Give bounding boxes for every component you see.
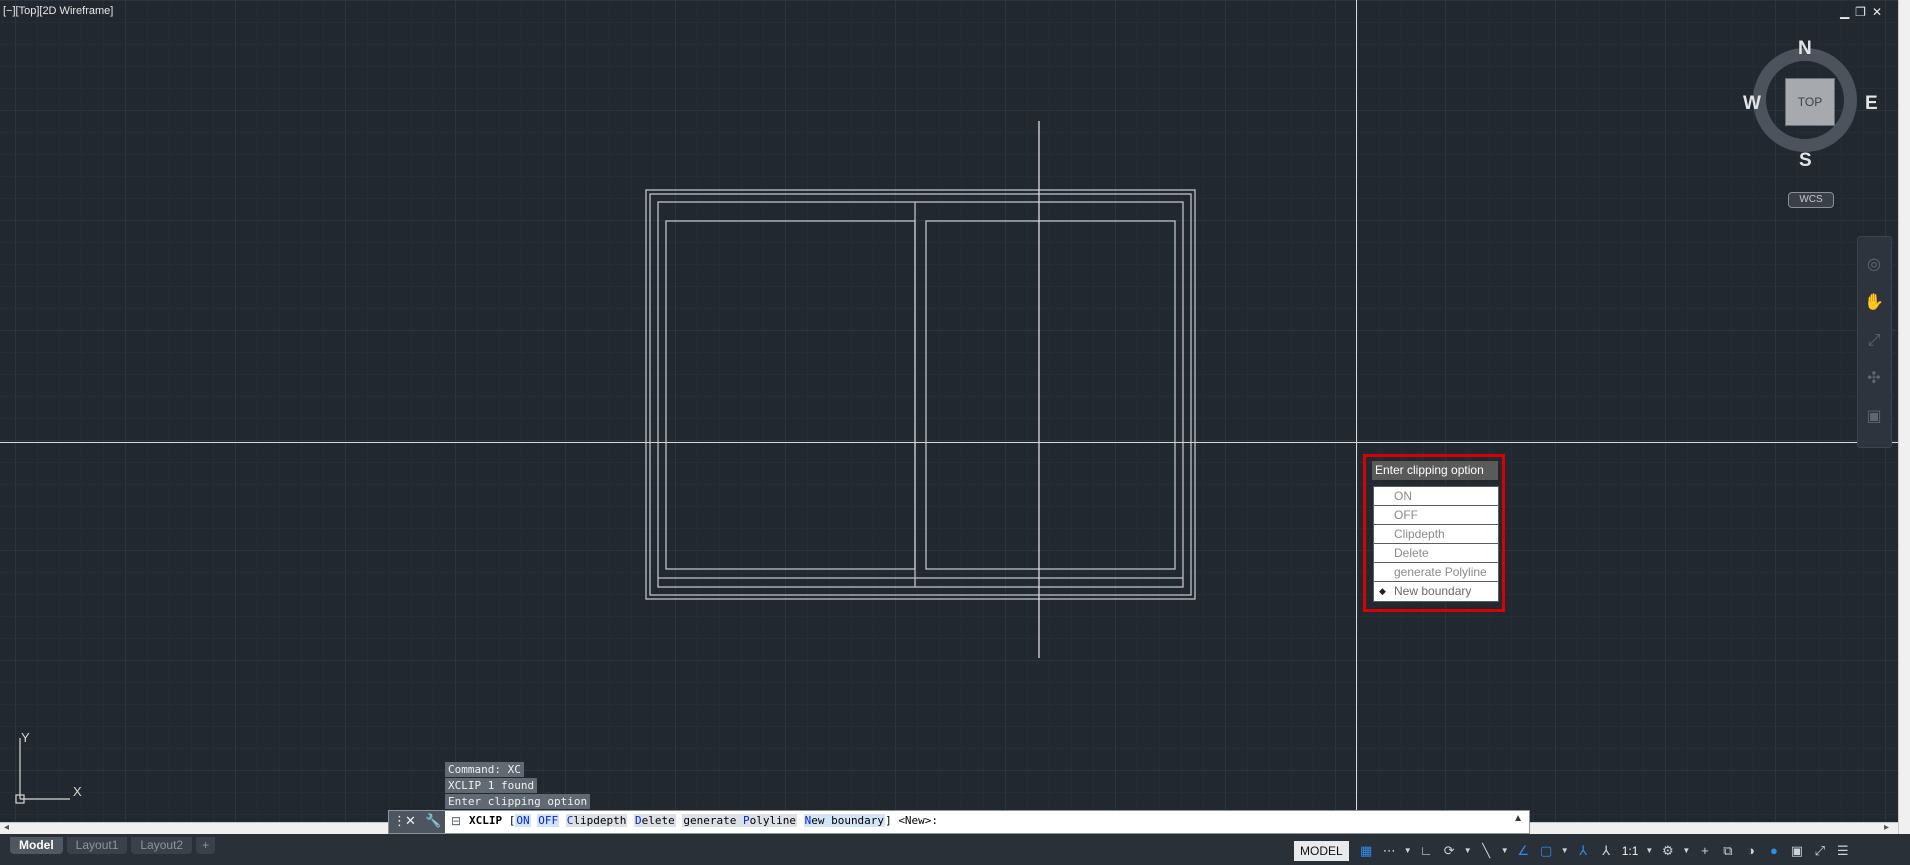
command-name: XCLIP [469,814,503,827]
xref-inner-frame [657,201,1184,588]
tab-model[interactable]: Model [10,837,63,854]
object-snap-tracking-icon[interactable]: ∠ [1515,842,1532,859]
tab-layout2[interactable]: Layout2 [131,837,193,854]
annotation-scale[interactable]: 1:1 [1622,844,1639,858]
command-line-grip[interactable]: ⋮ ✕ 🔧 [389,811,445,833]
ucs-y-label: Y [21,730,30,745]
plus-icon[interactable]: + [1696,842,1713,859]
ucs-menu-button[interactable]: WCS [1788,192,1834,208]
clip-option-clipdepth[interactable]: Clipdepth [1374,525,1498,544]
navigation-bar: ◎ ✋ ⤢ ✣ ▣ [1857,236,1892,448]
status-bar: MODEL ▦ ⋯ ▼ ∟ ⟳ ▼ ╲ ▼ ∠ ▢ ▼ ⅄ ⅄ 1:1 ▼ ⚙ … [1294,838,1854,863]
clean-screen-icon[interactable]: ● [1765,842,1782,859]
add-layout-button[interactable]: + [196,837,216,854]
ucs-x-label: X [73,784,82,799]
option-new-boundary-link[interactable]: New boundary [803,814,886,827]
clip-option-off[interactable]: OFF [1374,506,1498,525]
clip-option-new-boundary[interactable]: ◆ New boundary [1374,582,1498,601]
hardware-acceleration-icon[interactable]: ◑ [1742,842,1759,859]
isodraft-icon[interactable]: ╲ [1478,842,1495,859]
crosshair-vertical [1356,0,1357,810]
clip-option-generate-polyline[interactable]: generate Polyline [1374,563,1498,582]
clip-option-list: ON OFF Clipdepth Delete generate Polylin… [1373,486,1499,602]
showmotion-icon[interactable]: ▣ [1864,407,1884,427]
customize-wrench-icon[interactable]: 🔧 [425,813,441,829]
compass-west[interactable]: W [1743,93,1761,115]
option-label: New boundary [1394,584,1472,598]
option-label: generate Polyline [1394,565,1487,579]
steering-wheel-icon[interactable]: ◎ [1864,255,1884,275]
object-snap-icon[interactable]: ▢ [1538,842,1555,859]
dynamic-input-menu: Enter clipping option ON OFF Clipdepth D… [1363,454,1505,612]
chevron-down-icon[interactable]: ▼ [1404,842,1412,859]
clip-option-on[interactable]: ON [1374,487,1498,506]
customization-menu-icon[interactable]: ☰ [1834,842,1851,859]
selected-bullet-icon: ◆ [1379,586,1386,596]
drawing-geometry [645,121,1196,658]
option-label: ON [1394,489,1412,503]
xref-outer-frame [645,189,1196,600]
tab-layout1[interactable]: Layout1 [66,837,128,854]
ortho-icon[interactable]: ∟ [1418,842,1435,859]
left-panel [665,220,916,570]
clip-option-delete[interactable]: Delete [1374,544,1498,563]
polar-icon[interactable]: ⟳ [1441,842,1458,859]
chevron-down-icon[interactable]: ▼ [1561,842,1569,859]
command-line[interactable]: ⋮ ✕ 🔧 ⊟ XCLIP [ON OFF Clipdepth Delete g… [388,810,1530,834]
option-off-link[interactable]: OFF [537,814,560,827]
history-expand-icon[interactable]: ▲ [1513,813,1523,824]
option-label: Delete [1394,546,1429,560]
drawing-viewport[interactable]: [−][Top][2D Wireframe] ▁❐✕ TOP N S E W W… [0,0,1898,822]
ucs-icon: Y X [15,730,82,804]
history-line: XCLIP 1 found [445,778,538,793]
layout-tabs: Model Layout1 Layout2 + [10,837,219,854]
compass-east[interactable]: E [1865,93,1878,115]
workspace-gear-icon[interactable]: ⚙ [1659,842,1676,859]
grid-icon[interactable]: ▦ [1358,842,1375,859]
scroll-left-icon[interactable]: ◂ [4,822,9,833]
chevron-down-icon[interactable]: ▼ [1464,842,1472,859]
snap-icon[interactable]: ⋯ [1381,842,1398,859]
option-label: Clipdepth [1394,527,1445,541]
chevron-down-icon[interactable]: ▼ [1682,842,1690,859]
option-generate-polyline-link[interactable]: generate Polyline [682,814,797,827]
crosshair-horizontal [0,442,1898,443]
chevron-down-icon[interactable]: ▼ [1501,842,1509,859]
option-label: OFF [1394,508,1418,522]
fullscreen-icon[interactable]: ⤢ [1811,842,1828,859]
compass-south[interactable]: S [1799,150,1812,172]
command-prompt-text[interactable]: XCLIP [ON OFF Clipdepth Delete generate … [469,814,938,827]
auto-scale-icon[interactable]: ⅄ [1598,842,1615,859]
history-line: Command: XC [445,762,524,777]
scroll-right-icon[interactable]: ▸ [1884,822,1889,833]
default-option: <New>: [898,814,939,827]
compass-north[interactable]: N [1798,38,1812,60]
isolate-objects-icon[interactable]: ⧉ [1719,842,1736,859]
option-delete-link[interactable]: Delete [633,814,676,827]
quick-properties-icon[interactable]: ▣ [1788,842,1805,859]
annotation-visibility-icon[interactable]: ⅄ [1575,842,1592,859]
right-panel [925,220,1176,570]
close-command-line-icon[interactable]: ✕ [405,813,416,829]
bracket-close: ] [885,814,892,827]
command-history: Command: XC XCLIP 1 found Enter clipping… [445,762,591,810]
orbit-icon[interactable]: ✣ [1864,369,1884,389]
vertical-scrollbar[interactable] [1898,0,1910,834]
option-clipdepth-link[interactable]: Clipdepth [565,814,628,827]
chevron-down-icon[interactable]: ▼ [1645,842,1653,859]
dynamic-input-prompt: Enter clipping option [1372,461,1498,480]
pan-icon[interactable]: ✋ [1864,293,1884,313]
zoom-icon[interactable]: ⤢ [1864,331,1884,351]
recent-commands-icon[interactable]: ⊟ [451,814,461,828]
option-on-link[interactable]: ON [515,814,531,827]
viewcube-top-face[interactable]: TOP [1785,78,1835,126]
viewcube[interactable]: TOP N S E W [1743,38,1878,172]
history-line: Enter clipping option [445,794,591,809]
model-space-button[interactable]: MODEL [1294,840,1349,861]
xref-outer-frame-inner [649,193,1192,596]
